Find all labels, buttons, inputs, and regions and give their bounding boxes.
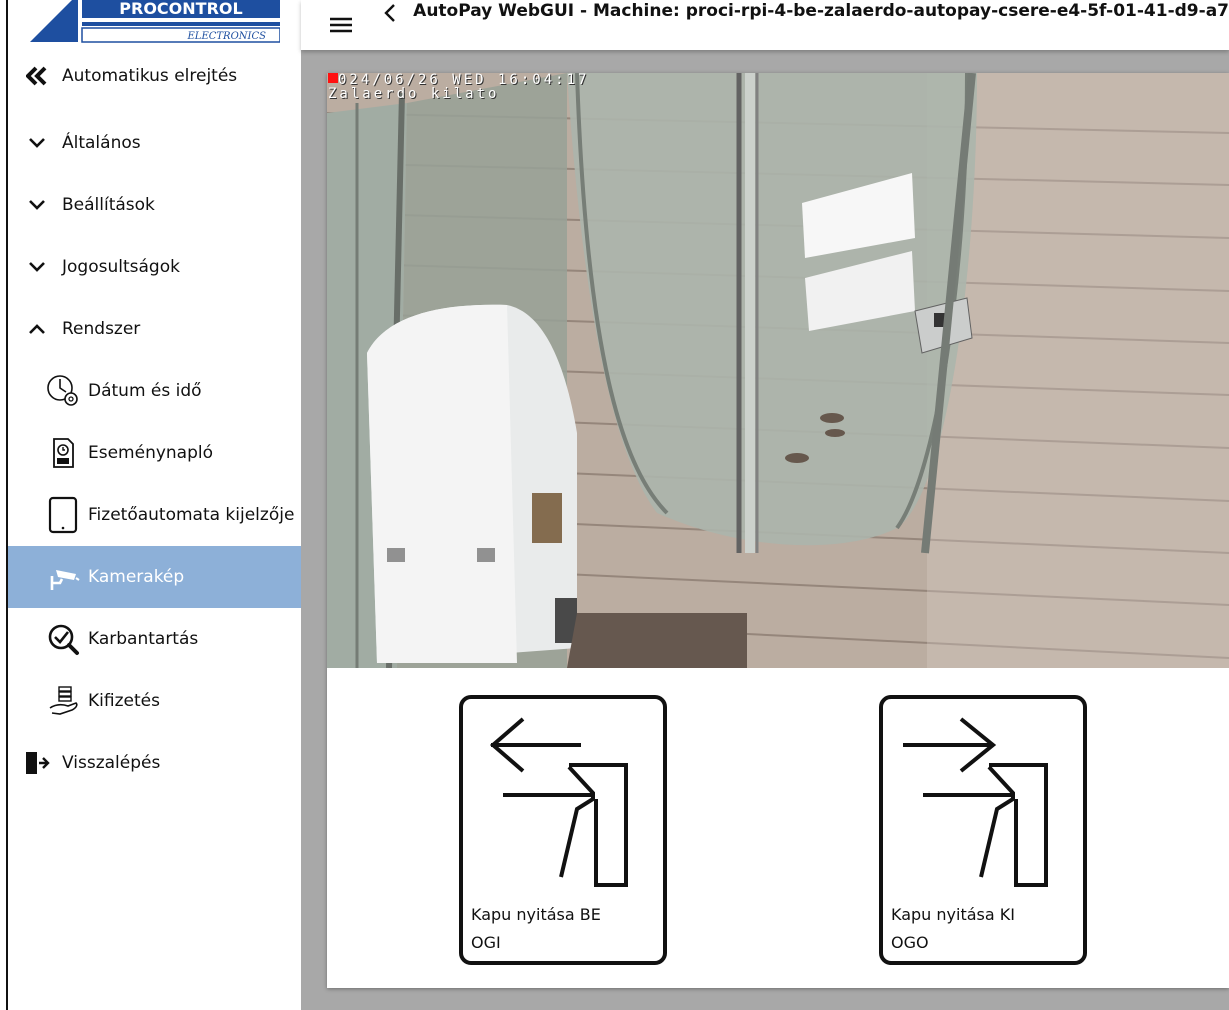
- log-file-icon: [46, 436, 80, 470]
- clock-gear-icon: [46, 374, 80, 408]
- window-left-border: [0, 0, 8, 1010]
- sidebar-item-label: Rendszer: [62, 319, 141, 339]
- sidebar-item-label: Jogosultságok: [62, 257, 180, 277]
- security-camera-icon: [46, 560, 80, 594]
- sidebar-item-camera-image[interactable]: Kamerakép: [8, 546, 301, 608]
- recording-indicator: [328, 73, 338, 83]
- main-area: AutoPay WebGUI - Machine: proci-rpi-4-be…: [301, 0, 1229, 1010]
- double-chevron-left-icon: [26, 65, 48, 87]
- open-gate-out-button[interactable]: Kapu nyitása KI OGO: [879, 695, 1087, 965]
- svg-text:PROCONTROL: PROCONTROL: [119, 0, 242, 18]
- sidebar-item-payment-display[interactable]: Fizetőautomata kijelzője: [8, 484, 301, 546]
- turnstile-entry-left-arrow-icon: [489, 717, 628, 887]
- sidebar-item-label: Karbantartás: [88, 629, 199, 649]
- sidebar-item-general[interactable]: Általános: [8, 112, 301, 174]
- sidebar-item-date-time[interactable]: Dátum és idő: [8, 360, 301, 422]
- sidebar-item-system[interactable]: Rendszer: [8, 298, 301, 360]
- page-title: AutoPay WebGUI - Machine: proci-rpi-4-be…: [413, 1, 1229, 21]
- sidebar-item-label: Beállítások: [62, 195, 155, 215]
- chevron-down-icon: [26, 132, 48, 154]
- hand-money-icon: [46, 684, 80, 718]
- sidebar-item-settings[interactable]: Beállítások: [8, 174, 301, 236]
- hamburger-menu-icon[interactable]: [327, 14, 356, 36]
- sidebar-item-label: Visszalépés: [62, 753, 161, 773]
- procontrol-logo: ELECTRONICS PROCONTROL: [30, 0, 280, 43]
- tablet-icon: [46, 496, 80, 534]
- open-gate-in-label: Kapu nyitása BE OGI: [471, 905, 601, 952]
- chevron-down-icon: [26, 256, 48, 278]
- camera-image: 024/06/26 WED 16:04:17 Zalaerdo kilato: [327, 73, 1229, 668]
- sidebar-item-label: Kifizetés: [88, 691, 160, 711]
- sidebar-item-permissions[interactable]: Jogosultságok: [8, 236, 301, 298]
- sidebar-item-logout[interactable]: Visszalépés: [8, 732, 301, 794]
- exit-door-icon: [24, 750, 50, 776]
- sidebar-item-auto-hide[interactable]: Automatikus elrejtés: [8, 45, 301, 107]
- sidebar-item-label: Általános: [62, 133, 141, 153]
- chevron-down-icon: [26, 194, 48, 216]
- sidebar-item-maintenance[interactable]: Karbantartás: [8, 608, 301, 670]
- wrench-check-icon: [46, 622, 80, 656]
- svg-text:ELECTRONICS: ELECTRONICS: [187, 31, 267, 42]
- camera-location: Zalaerdo kilato: [328, 86, 500, 102]
- sidebar-item-payout[interactable]: Kifizetés: [8, 670, 301, 732]
- sidebar-item-event-log[interactable]: Eseménynapló: [8, 422, 301, 484]
- back-arrow-icon[interactable]: [380, 4, 399, 36]
- camera-osd: 024/06/26 WED 16:04:17 Zalaerdo kilato: [328, 73, 589, 101]
- sidebar-item-label: Dátum és idő: [88, 381, 202, 401]
- sidebar-item-label: Fizetőautomata kijelzője: [88, 505, 295, 525]
- chevron-up-icon: [26, 318, 48, 340]
- sidebar-item-label: Eseménynapló: [88, 443, 214, 463]
- open-gate-out-label: Kapu nyitása KI OGO: [891, 905, 1015, 952]
- sidebar-item-label: Automatikus elrejtés: [62, 66, 238, 86]
- turnstile-exit-right-arrow-icon: [903, 717, 1048, 887]
- open-gate-in-button[interactable]: Kapu nyitása BE OGI: [459, 695, 667, 965]
- sidebar: ELECTRONICS PROCONTROL Automatikus elrej…: [8, 0, 301, 1010]
- camera-panel: 024/06/26 WED 16:04:17 Zalaerdo kilato K…: [327, 73, 1229, 988]
- sidebar-item-label: Kamerakép: [88, 567, 185, 587]
- top-app-bar: AutoPay WebGUI - Machine: proci-rpi-4-be…: [301, 0, 1229, 50]
